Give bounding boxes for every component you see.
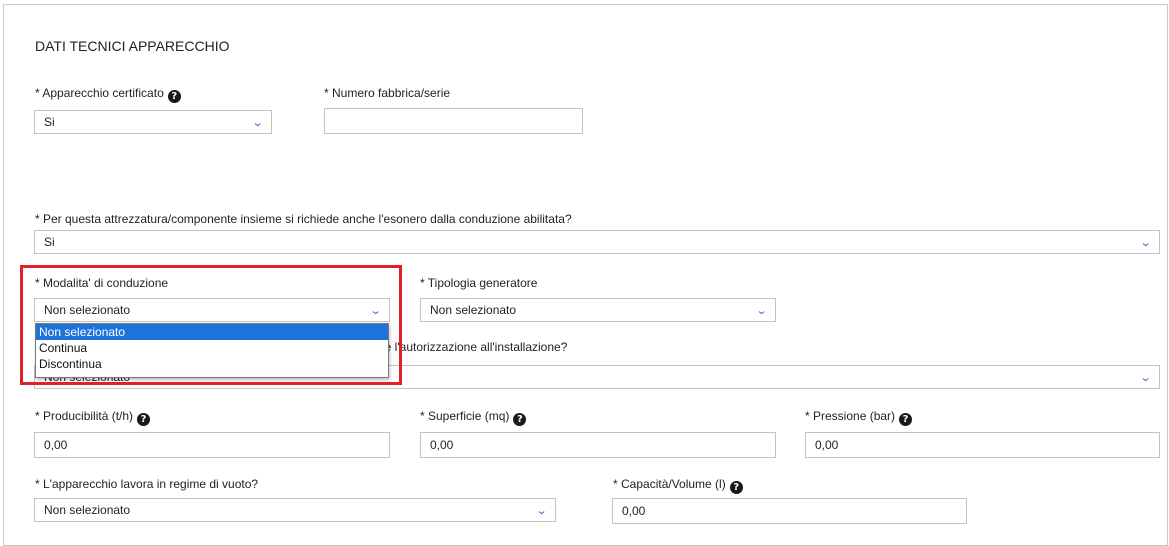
label-superficie: * Superficie (mq)? <box>420 409 527 426</box>
chevron-down-icon: ⌄ <box>535 504 548 517</box>
question-circle-icon[interactable]: ? <box>137 413 151 426</box>
chevron-down-icon: ⌄ <box>1139 371 1152 384</box>
question-circle-icon[interactable]: ? <box>729 481 743 494</box>
tipologia-generatore-select[interactable]: Non selezionato ⌄ <box>420 298 776 322</box>
label-regime-vuoto: * L'apparecchio lavora in regime di vuot… <box>35 477 259 491</box>
section-title: DATI TECNICI APPARECCHIO <box>35 38 230 54</box>
label-apparecchio-certificato: * Apparecchio certificato? <box>35 86 181 103</box>
esonero-select[interactable]: Si ⌄ <box>34 230 1160 254</box>
label-producibilita: * Producibilità (t/h)? <box>35 409 151 426</box>
dropdown-option[interactable]: Non selezionato <box>36 324 388 340</box>
superficie-input[interactable]: 0,00 <box>420 432 776 458</box>
regime-vuoto-select[interactable]: Non selezionato ⌄ <box>34 498 556 522</box>
chevron-down-icon: ⌄ <box>251 116 264 129</box>
numero-fabbrica-input[interactable] <box>324 108 583 134</box>
label-capacita: * Capacità/Volume (l)? <box>613 477 743 494</box>
label-tipologia-generatore: * Tipologia generatore <box>420 276 538 290</box>
dropdown-option[interactable]: Continua <box>36 340 388 356</box>
question-circle-icon[interactable]: ? <box>167 90 181 103</box>
modalita-conduzione-dropdown: Non selezionato Continua Discontinua <box>35 323 389 378</box>
apparecchio-certificato-select[interactable]: Si ⌄ <box>34 110 272 134</box>
question-circle-icon[interactable]: ? <box>899 413 913 426</box>
capacita-input[interactable]: 0,00 <box>612 498 967 524</box>
label-pressione: * Pressione (bar)? <box>805 409 913 426</box>
producibilita-input[interactable]: 0,00 <box>34 432 390 458</box>
question-circle-icon[interactable]: ? <box>513 413 527 426</box>
chevron-down-icon: ⌄ <box>1139 236 1152 249</box>
label-autorizzazione: he l'autorizzazione all'installazione? <box>378 340 568 354</box>
chevron-down-icon: ⌄ <box>755 304 768 317</box>
label-numero-fabbrica: * Numero fabbrica/serie <box>324 86 451 100</box>
label-esonero: * Per questa attrezzatura/componente ins… <box>35 212 572 226</box>
pressione-input[interactable]: 0,00 <box>805 432 1160 458</box>
dropdown-option[interactable]: Discontinua <box>36 356 388 372</box>
